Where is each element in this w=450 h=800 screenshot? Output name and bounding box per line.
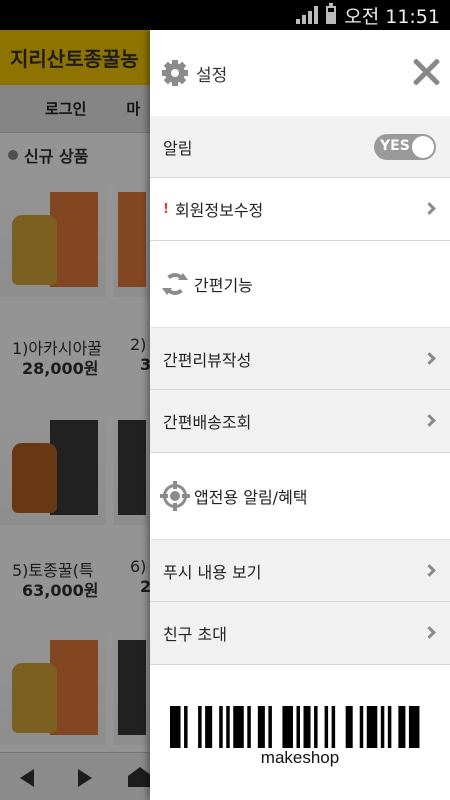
settings-drawer: 설정 알림 YES ! 회원정보수정 간편기능 간편리뷰작성 간편배송조회 앱전… (150, 30, 450, 800)
barcode-bar (359, 706, 364, 748)
barcode-bar (233, 706, 244, 748)
app-section-title: 앱전용 알림/혜택 (194, 488, 308, 507)
menu-item-label: 간편리뷰작성 (163, 350, 252, 370)
menu-item-label: 푸시 내용 보기 (163, 562, 262, 582)
barcode-bar (170, 706, 181, 748)
barcode-bar (366, 706, 378, 748)
chevron-right-icon (423, 626, 436, 639)
barcode-bar (398, 706, 406, 748)
toggle-knob (412, 135, 434, 158)
menu-item-delivery-tracking[interactable]: 간편배송조회 (150, 390, 450, 453)
menu-item-push-history[interactable]: 푸시 내용 보기 (150, 540, 450, 602)
member-edit-label: 회원정보수정 (174, 201, 264, 220)
menu-item-label: 친구 초대 (163, 625, 227, 644)
barcode-bar (184, 706, 188, 748)
drawer-title: 설정 (196, 65, 228, 86)
barcode-bar (331, 706, 336, 748)
barcode-bar (226, 706, 230, 748)
status-time: 오전 11:51 (344, 5, 440, 28)
dim-overlay[interactable] (0, 30, 150, 800)
chevron-right-icon (423, 563, 436, 577)
battery-icon (326, 3, 337, 24)
drawer-header: 설정 (150, 30, 450, 116)
menu-item-invite-friend[interactable]: 친구 초대 (150, 602, 450, 665)
notification-row: 알림 YES (150, 116, 450, 178)
signal-icon (296, 6, 319, 24)
toggle-value: YES (380, 137, 410, 154)
barcode-area: makeshop (150, 666, 450, 800)
barcode-label: makeshop (260, 748, 340, 767)
alert-icon: ! (163, 201, 169, 217)
chevron-right-icon (423, 351, 436, 365)
chevron-right-icon (423, 202, 436, 215)
quick-section-title: 간편기능 (194, 276, 253, 295)
barcode-bar (219, 706, 223, 748)
crosshair-icon (160, 481, 190, 511)
quick-section-header: 간편기능 (150, 241, 450, 328)
status-bar: 오전 11:51 (0, 0, 450, 30)
barcode-bar (198, 706, 202, 748)
refresh-icon (162, 271, 188, 297)
notification-toggle[interactable]: YES (374, 133, 436, 160)
menu-item-quick-review[interactable]: 간편리뷰작성 (150, 328, 450, 390)
chevron-right-icon (423, 414, 436, 427)
barcode-bar (314, 706, 318, 748)
barcode-bar (257, 706, 265, 748)
barcode-bar (268, 706, 272, 748)
close-icon[interactable] (412, 58, 440, 86)
notification-label: 알림 (163, 138, 193, 158)
barcode-bar (247, 706, 251, 748)
app-section-header: 앱전용 알림/혜택 (150, 453, 450, 540)
barcode-bar (282, 706, 293, 748)
barcode-bar (205, 706, 213, 748)
menu-item-label: 간편배송조회 (163, 413, 252, 432)
barcode-bar (387, 706, 392, 748)
barcode-bar (303, 706, 311, 748)
barcode-bar (408, 706, 420, 748)
barcode-bar (345, 706, 353, 748)
barcode-bar (380, 706, 385, 748)
barcode-bar (324, 706, 329, 748)
barcode-bar (296, 706, 300, 748)
gear-icon (162, 60, 188, 86)
member-edit-row[interactable]: ! 회원정보수정 (150, 178, 450, 241)
